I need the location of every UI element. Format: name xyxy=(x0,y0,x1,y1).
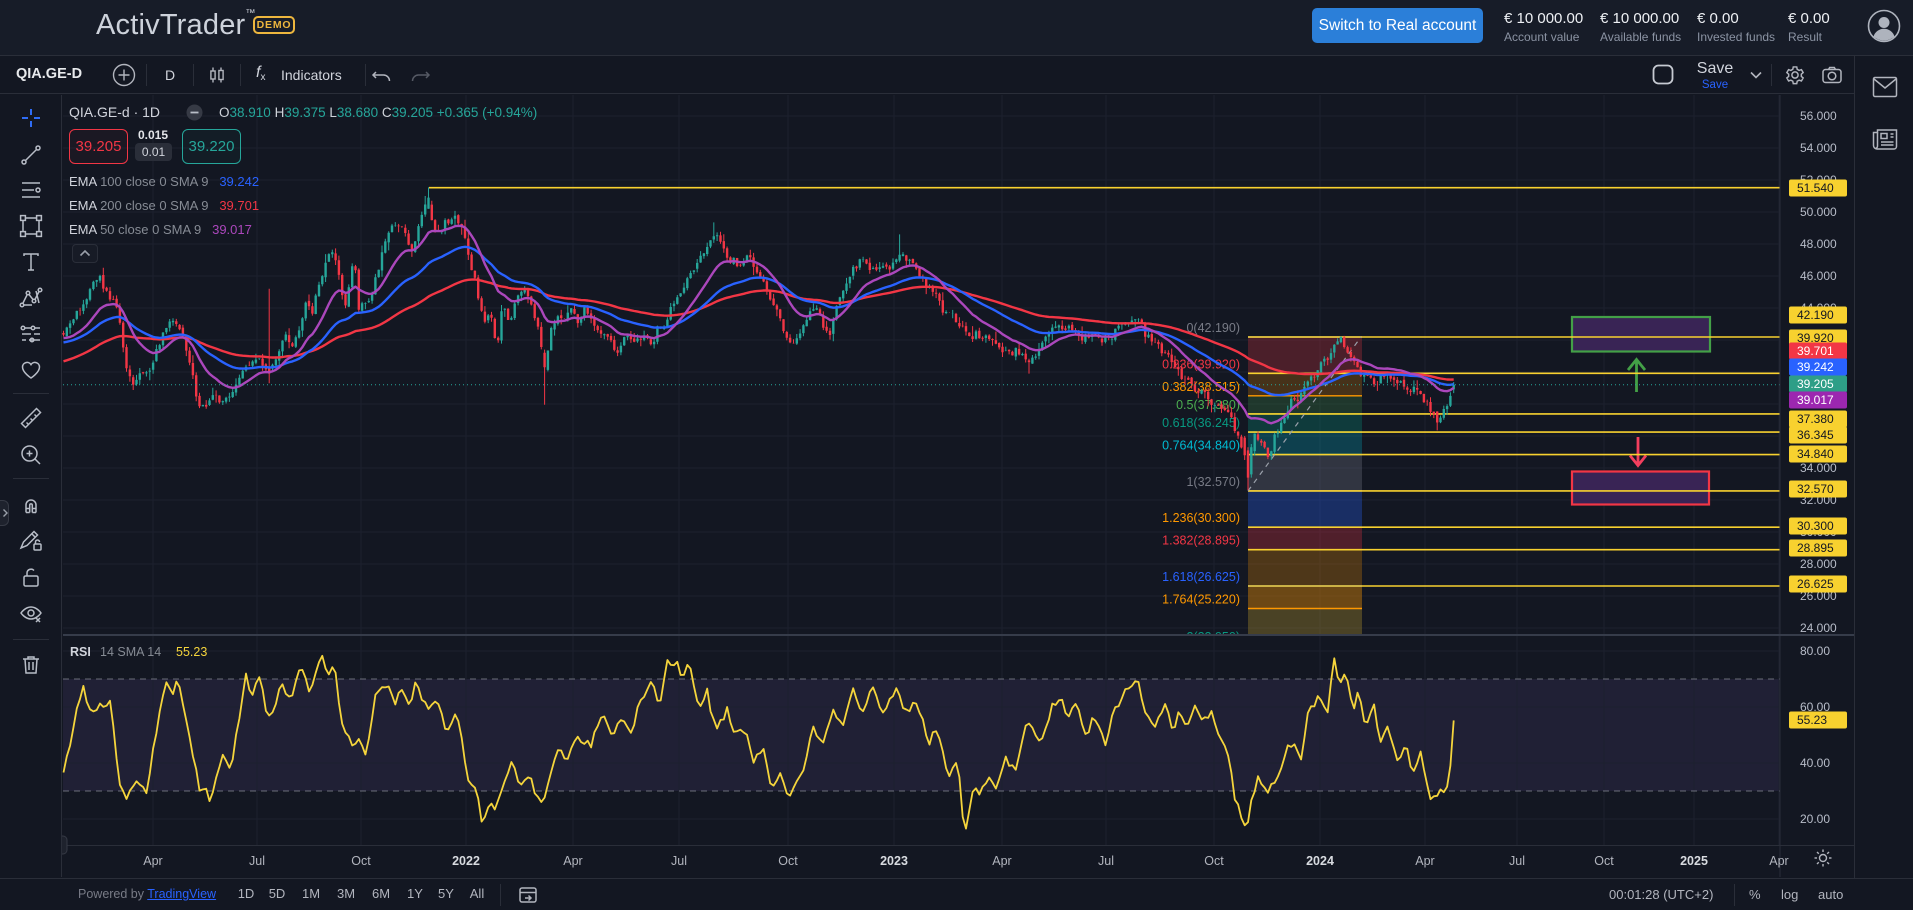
svg-text:55.23: 55.23 xyxy=(1797,713,1827,727)
svg-text:0(42.190): 0(42.190) xyxy=(1186,321,1240,335)
svg-text:Jul: Jul xyxy=(1098,854,1114,868)
svg-text:1(32.570): 1(32.570) xyxy=(1186,475,1240,489)
svg-text:51.540: 51.540 xyxy=(1797,181,1834,195)
svg-text:46.000: 46.000 xyxy=(1800,269,1837,283)
svg-text:2022: 2022 xyxy=(452,854,480,868)
svg-text:39.017: 39.017 xyxy=(1797,393,1834,407)
svg-text:40.00: 40.00 xyxy=(1800,756,1830,770)
svg-text:39.701: 39.701 xyxy=(1797,344,1834,358)
svg-text:Apr: Apr xyxy=(563,854,582,868)
svg-text:24.000: 24.000 xyxy=(1800,621,1837,635)
svg-text:42.190: 42.190 xyxy=(1797,308,1834,322)
svg-text:0.618(36.245): 0.618(36.245) xyxy=(1162,416,1240,430)
svg-text:1.618(26.625): 1.618(26.625) xyxy=(1162,570,1240,584)
svg-text:28.895: 28.895 xyxy=(1797,541,1834,555)
svg-text:2023: 2023 xyxy=(880,854,908,868)
svg-text:Jul: Jul xyxy=(671,854,687,868)
svg-text:48.000: 48.000 xyxy=(1800,237,1837,251)
svg-text:Jul: Jul xyxy=(249,854,265,868)
svg-text:Oct: Oct xyxy=(1204,854,1224,868)
svg-text:Oct: Oct xyxy=(351,854,371,868)
svg-text:26.625: 26.625 xyxy=(1797,577,1834,591)
svg-text:28.000: 28.000 xyxy=(1800,557,1837,571)
svg-text:2024: 2024 xyxy=(1306,854,1334,868)
svg-text:32.570: 32.570 xyxy=(1797,482,1834,496)
svg-text:34.840: 34.840 xyxy=(1797,447,1834,461)
svg-text:36.345: 36.345 xyxy=(1797,428,1834,442)
svg-text:37.380: 37.380 xyxy=(1797,412,1834,426)
svg-text:0.764(34.840): 0.764(34.840) xyxy=(1162,439,1240,453)
svg-text:1.382(28.895): 1.382(28.895) xyxy=(1162,534,1240,548)
svg-text:20.00: 20.00 xyxy=(1800,812,1830,826)
svg-text:30.300: 30.300 xyxy=(1797,519,1834,533)
svg-text:Apr: Apr xyxy=(1769,854,1788,868)
svg-text:RSI: RSI xyxy=(70,645,91,659)
svg-text:14 SMA 14: 14 SMA 14 xyxy=(100,645,161,659)
svg-text:34.000: 34.000 xyxy=(1800,461,1837,475)
svg-text:39.205: 39.205 xyxy=(1797,377,1834,391)
svg-text:Oct: Oct xyxy=(778,854,798,868)
svg-text:2025: 2025 xyxy=(1680,854,1708,868)
svg-text:80.00: 80.00 xyxy=(1800,644,1830,658)
svg-text:Oct: Oct xyxy=(1594,854,1614,868)
svg-text:Apr: Apr xyxy=(992,854,1011,868)
svg-text:Apr: Apr xyxy=(143,854,162,868)
svg-text:1.236(30.300): 1.236(30.300) xyxy=(1162,511,1240,525)
svg-text:1.764(25.220): 1.764(25.220) xyxy=(1162,593,1240,607)
svg-text:50.000: 50.000 xyxy=(1800,205,1837,219)
svg-text:56.000: 56.000 xyxy=(1800,109,1837,123)
svg-text:39.242: 39.242 xyxy=(1797,360,1834,374)
svg-text:54.000: 54.000 xyxy=(1800,141,1837,155)
svg-text:Apr: Apr xyxy=(1415,854,1434,868)
svg-text:55.23: 55.23 xyxy=(176,645,207,659)
svg-text:Jul: Jul xyxy=(1509,854,1525,868)
